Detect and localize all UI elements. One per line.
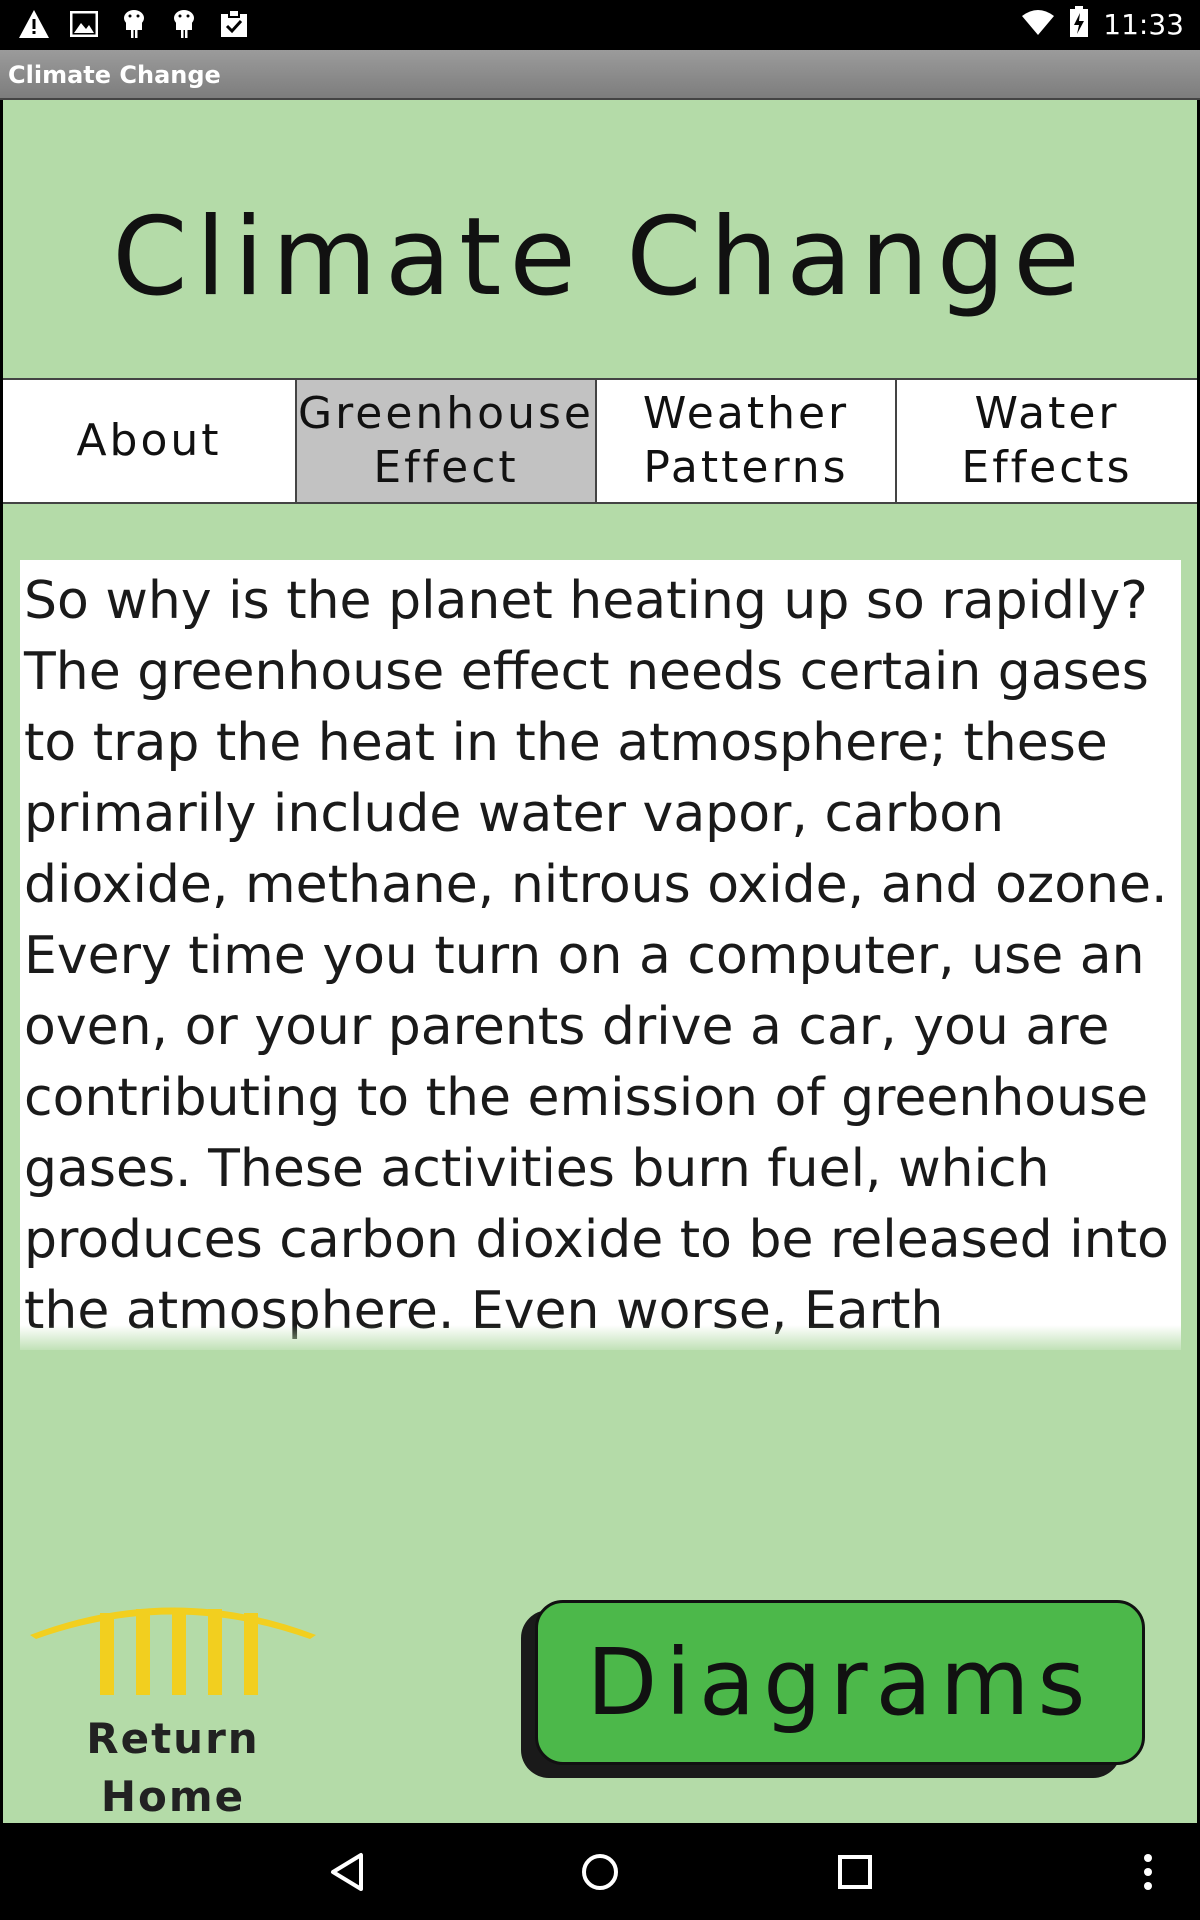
scrollable-text-panel[interactable]: So why is the planet heating up so rapid… [20,560,1181,1350]
return-home-label: Return Home [86,1714,260,1821]
overflow-menu-icon[interactable] [1123,1847,1173,1897]
tab-water-effects[interactable]: Water Effects [897,380,1197,502]
tab-greenhouse-effect[interactable]: Greenhouse Effect [297,380,597,502]
pillar-arch-icon [30,1607,316,1695]
notification-icons [18,8,250,40]
main-content: Climate Change About Greenhouse Effect W… [0,100,1200,1823]
navigation-bar [0,1823,1200,1920]
body-text: So why is the planet heating up so rapid… [24,571,1169,1341]
warning-icon [18,8,50,40]
back-icon[interactable] [322,1847,372,1897]
image-icon [68,8,100,40]
home-icon[interactable] [575,1847,625,1897]
battery-icon [1069,6,1089,42]
wifi-icon [1021,8,1055,40]
app-title-bar: Climate Change [0,50,1200,100]
app-title: Climate Change [8,61,221,89]
system-status: 11:33 [1021,6,1184,42]
tab-bar: About Greenhouse Effect Weather Patterns… [3,378,1197,504]
android-icon [168,8,200,40]
clipboard-check-icon [218,8,250,40]
diagrams-button[interactable]: Diagrams [521,1600,1146,1778]
status-bar: 11:33 [0,0,1200,50]
recents-icon[interactable] [830,1847,880,1897]
diagrams-button-face: Diagrams [535,1600,1145,1765]
tab-about[interactable]: About [3,380,297,502]
scroll-fade [20,1325,1181,1355]
tab-weather-patterns[interactable]: Weather Patterns [597,380,897,502]
clock: 11:33 [1103,7,1184,41]
android-icon [118,8,150,40]
diagrams-label: Diagrams [586,1629,1094,1736]
return-home-button[interactable]: Return Home [28,1595,318,1821]
page-title: Climate Change [112,195,1088,320]
